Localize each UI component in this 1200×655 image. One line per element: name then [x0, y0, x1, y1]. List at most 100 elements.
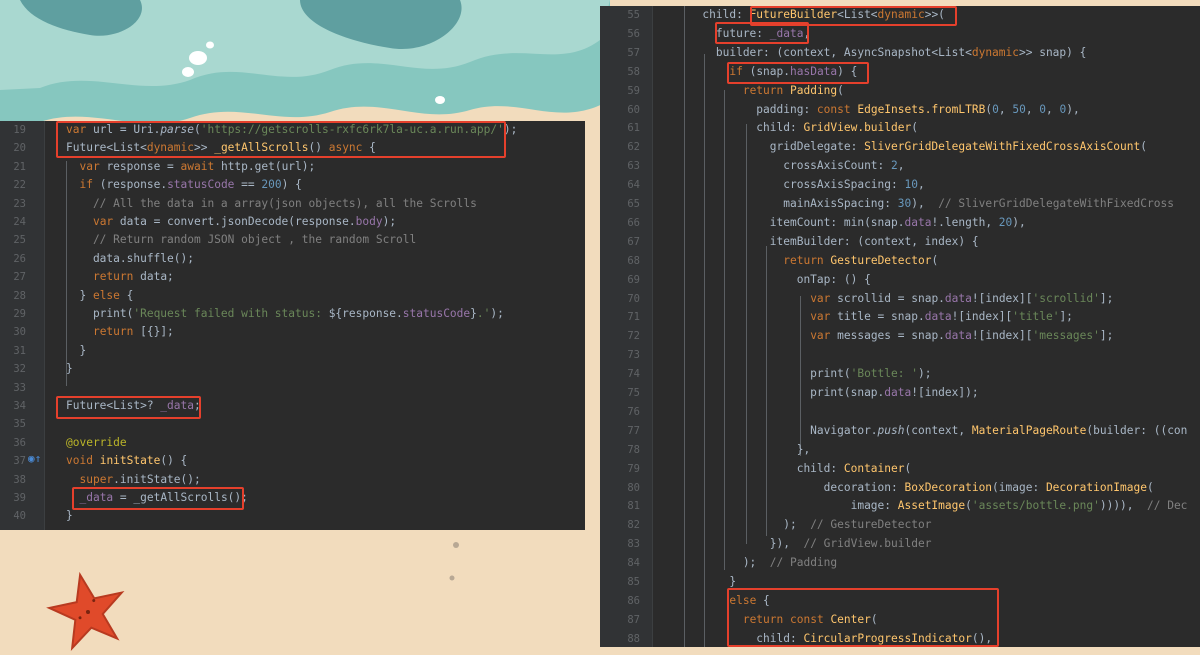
- code-line[interactable]: 58 if (snap.hasData) {: [600, 63, 1200, 81]
- line-number: 78: [627, 443, 640, 456]
- code-line[interactable]: 40}: [0, 507, 585, 525]
- code-token: 'Bottle: ': [850, 367, 918, 381]
- foam-dot: [435, 96, 445, 104]
- code-line[interactable]: 29 print('Request failed with status: ${…: [0, 305, 585, 323]
- code-line[interactable]: 56 future: _data,: [600, 25, 1200, 43]
- code-text: }: [66, 360, 73, 378]
- code-line[interactable]: 60 padding: const EdgeInsets.fromLTRB(0,…: [600, 101, 1200, 119]
- code-text: var title = snap.data![index]['title'];: [662, 308, 1073, 326]
- line-number: 74: [627, 368, 640, 381]
- line-number: 36: [13, 436, 26, 449]
- foam-dot: [189, 51, 207, 65]
- code-line[interactable]: 24 var data = convert.jsonDecode(respons…: [0, 213, 585, 231]
- code-line[interactable]: 72 var messages = snap.data![index]['mes…: [600, 327, 1200, 345]
- code-token: crossAxisSpacing:: [662, 178, 905, 192]
- code-line[interactable]: 32}: [0, 360, 585, 378]
- code-text: onTap: () {: [662, 271, 871, 289]
- code-line[interactable]: 83 }), // GridView.builder: [600, 535, 1200, 553]
- code-line[interactable]: 70 var scrollid = snap.data![index]['scr…: [600, 290, 1200, 308]
- code-line[interactable]: 23 // All the data in a array(json objec…: [0, 195, 585, 213]
- line-number: 75: [627, 387, 640, 399]
- code-line[interactable]: 62 gridDelegate: SliverGridDelegateWithF…: [600, 138, 1200, 156]
- code-token: ${response.: [328, 307, 403, 320]
- line-number: 55: [627, 9, 640, 21]
- code-line[interactable]: 82 ); // GestureDetector: [600, 516, 1200, 534]
- code-token: scrollid = snap.: [830, 291, 945, 305]
- line-number: 37: [13, 455, 26, 468]
- code-token: data;: [133, 270, 174, 284]
- line-number: 83: [627, 538, 640, 551]
- line-number: 73: [627, 349, 640, 362]
- code-line[interactable]: 81 image: AssetImage('assets/bottle.png'…: [600, 497, 1200, 515]
- code-token: 'scrollid': [1032, 291, 1100, 305]
- code-line[interactable]: 37 void initState() {: [0, 452, 585, 470]
- code-line[interactable]: 80 decoration: BoxDecoration(image: Deco…: [600, 479, 1200, 497]
- code-token: print(: [66, 307, 134, 320]
- code-token: void: [66, 454, 93, 468]
- code-token: SliverGridDelegateWithFixedCrossAxisCoun…: [864, 140, 1141, 154]
- code-token: 20: [998, 215, 1013, 229]
- code-line[interactable]: 69 onTap: () {: [600, 271, 1200, 289]
- code-line[interactable]: 22 if (response.statusCode == 200) {: [0, 176, 585, 194]
- code-token: (: [1140, 140, 1147, 154]
- code-token: )))),: [1099, 499, 1147, 513]
- code-text: var data = convert.jsonDecode(response.b…: [66, 213, 396, 231]
- code-token: const: [816, 102, 851, 116]
- left-code-editor[interactable]: ◉↑ 19 var url = Uri.parse('https://getscr…: [0, 121, 585, 530]
- code-line[interactable]: 66 itemCount: min(snap.data!.length, 20)…: [600, 214, 1200, 232]
- code-token: data: [884, 386, 912, 399]
- line-number: 76: [627, 405, 640, 418]
- code-token: return: [783, 253, 824, 267]
- code-text: builder: (context, AsyncSnapshot<List<dy…: [662, 44, 1086, 62]
- code-line[interactable]: 31 }: [0, 342, 585, 360]
- code-token: (response.: [92, 178, 168, 192]
- code-line[interactable]: 21 var response = await http.get(url);: [0, 158, 585, 176]
- line-number: 77: [627, 424, 640, 437]
- code-line[interactable]: 59 return Padding(: [600, 82, 1200, 100]
- line-number: 58: [627, 65, 640, 78]
- code-line[interactable]: 33: [0, 379, 585, 397]
- line-number: 32: [13, 363, 26, 376]
- code-token: gridDelegate:: [662, 140, 865, 154]
- code-line[interactable]: 74 print('Bottle: ');: [600, 365, 1200, 383]
- code-token: // Padding: [769, 556, 838, 570]
- code-text: return Padding(: [662, 82, 844, 100]
- code-text: print('Bottle: ');: [662, 365, 931, 383]
- code-line[interactable]: 68 return GestureDetector(: [600, 252, 1200, 270]
- code-line[interactable]: 75 print(snap.data![index]);: [600, 384, 1200, 402]
- code-token: child:: [662, 461, 844, 475]
- foam-dot: [206, 41, 214, 49]
- code-line[interactable]: 27 return data;: [0, 268, 585, 286]
- code-token: ![index][: [971, 291, 1033, 305]
- code-token: .': [476, 307, 491, 320]
- code-line[interactable]: 26 data.shuffle();: [0, 250, 585, 268]
- code-line[interactable]: 61 child: GridView.builder(: [600, 119, 1200, 137]
- code-text: itemBuilder: (context, index) {: [662, 233, 979, 251]
- line-number: 82: [627, 519, 640, 532]
- code-line[interactable]: 73: [600, 346, 1200, 364]
- code-line[interactable]: 25 // Return random JSON object , the ra…: [0, 231, 585, 249]
- code-line[interactable]: 79 child: Container(: [600, 460, 1200, 478]
- code-token: (: [904, 461, 912, 475]
- code-line[interactable]: 84 ); // Padding: [600, 554, 1200, 572]
- code-token: data.shuffle();: [66, 251, 194, 265]
- code-token: ,: [1025, 102, 1040, 116]
- code-line[interactable]: 77 Navigator.push(context, MaterialPageR…: [600, 422, 1200, 440]
- code-line[interactable]: 28 } else {: [0, 287, 585, 305]
- code-line[interactable]: 65 mainAxisSpacing: 30), // SliverGridDe…: [600, 195, 1200, 213]
- code-line[interactable]: 76: [600, 403, 1200, 421]
- code-line[interactable]: 36 @override: [0, 434, 585, 452]
- code-line[interactable]: 30 return [{}];: [0, 323, 585, 341]
- right-code-editor[interactable]: 55 child: FutureBuilder<List<dynamic>>(5…: [600, 6, 1200, 647]
- code-token: }: [470, 307, 477, 320]
- code-line[interactable]: 71 var title = snap.data![index]['title'…: [600, 308, 1200, 326]
- code-text: Navigator.push(context, MaterialPageRout…: [662, 422, 1187, 440]
- code-line[interactable]: 63 crossAxisCount: 2,: [600, 157, 1200, 175]
- code-line[interactable]: 78 },: [600, 441, 1200, 459]
- code-text: } else {: [66, 287, 133, 305]
- code-token: BoxDecoration: [904, 480, 993, 494]
- code-line[interactable]: 64 crossAxisSpacing: 10,: [600, 176, 1200, 194]
- code-line[interactable]: 57 builder: (context, AsyncSnapshot<List…: [600, 44, 1200, 62]
- code-line[interactable]: 67 itemBuilder: (context, index) {: [600, 233, 1200, 251]
